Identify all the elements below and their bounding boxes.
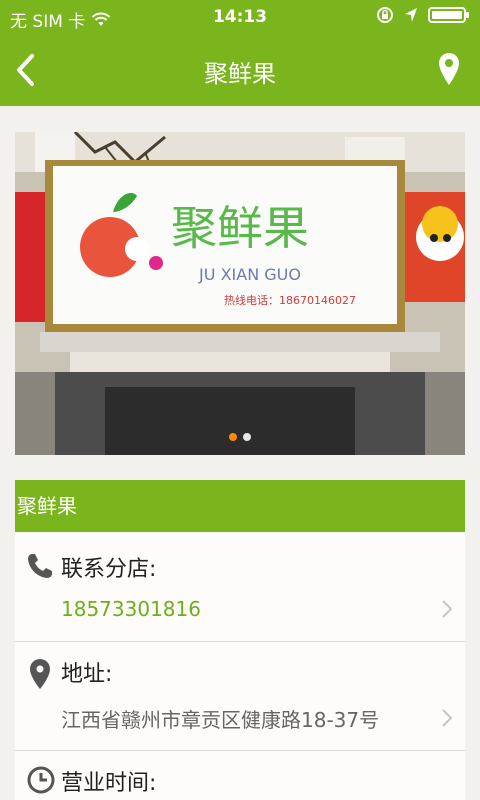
address-row[interactable]: 地址: 江西省赣州市章贡区健康路18-37号 — [15, 642, 465, 750]
nav-bar: 聚鲜果 — [0, 34, 480, 106]
map-pin-icon[interactable] — [438, 52, 460, 86]
clock-icon — [27, 766, 55, 794]
chevron-right-icon — [442, 600, 453, 618]
rotation-lock-icon — [377, 7, 393, 23]
location-pin-icon — [30, 659, 50, 689]
status-bar: 无 SIM 卡 14:13 — [0, 0, 480, 34]
contact-phone[interactable]: 18573301816 — [61, 597, 201, 621]
address-value: 江西省赣州市章贡区健康路18-37号 — [61, 708, 380, 732]
contact-row[interactable]: 联系分店: 18573301816 — [15, 533, 465, 641]
carousel-indicator — [15, 433, 465, 441]
battery-icon — [428, 7, 469, 23]
sign-hotline-text: 热线电话：18670146027 — [224, 293, 356, 307]
storefront-photo: 聚鲜果 JU XIAN GUO 热线电话：18670146027 — [15, 132, 465, 455]
hours-label: 营业时间: — [61, 771, 157, 796]
carousel-dot[interactable] — [229, 433, 237, 441]
page-title: 聚鲜果 — [204, 60, 276, 88]
chevron-right-icon — [442, 709, 453, 727]
sign-chinese-text: 聚鲜果 — [171, 201, 309, 255]
store-name-bar: 聚鲜果 — [15, 480, 465, 532]
store-name: 聚鲜果 — [17, 494, 77, 518]
address-label: 地址: — [61, 662, 113, 687]
phone-icon — [28, 554, 52, 578]
hours-row[interactable]: 营业时间: — [15, 751, 465, 800]
contact-label: 联系分店: — [61, 557, 157, 582]
carousel-dot[interactable] — [243, 433, 251, 441]
location-arrow-icon — [405, 8, 417, 22]
sign-pinyin-text: JU XIAN GUO — [198, 265, 301, 284]
store-photo-carousel[interactable]: 聚鲜果 JU XIAN GUO 热线电话：18670146027 — [15, 132, 465, 455]
